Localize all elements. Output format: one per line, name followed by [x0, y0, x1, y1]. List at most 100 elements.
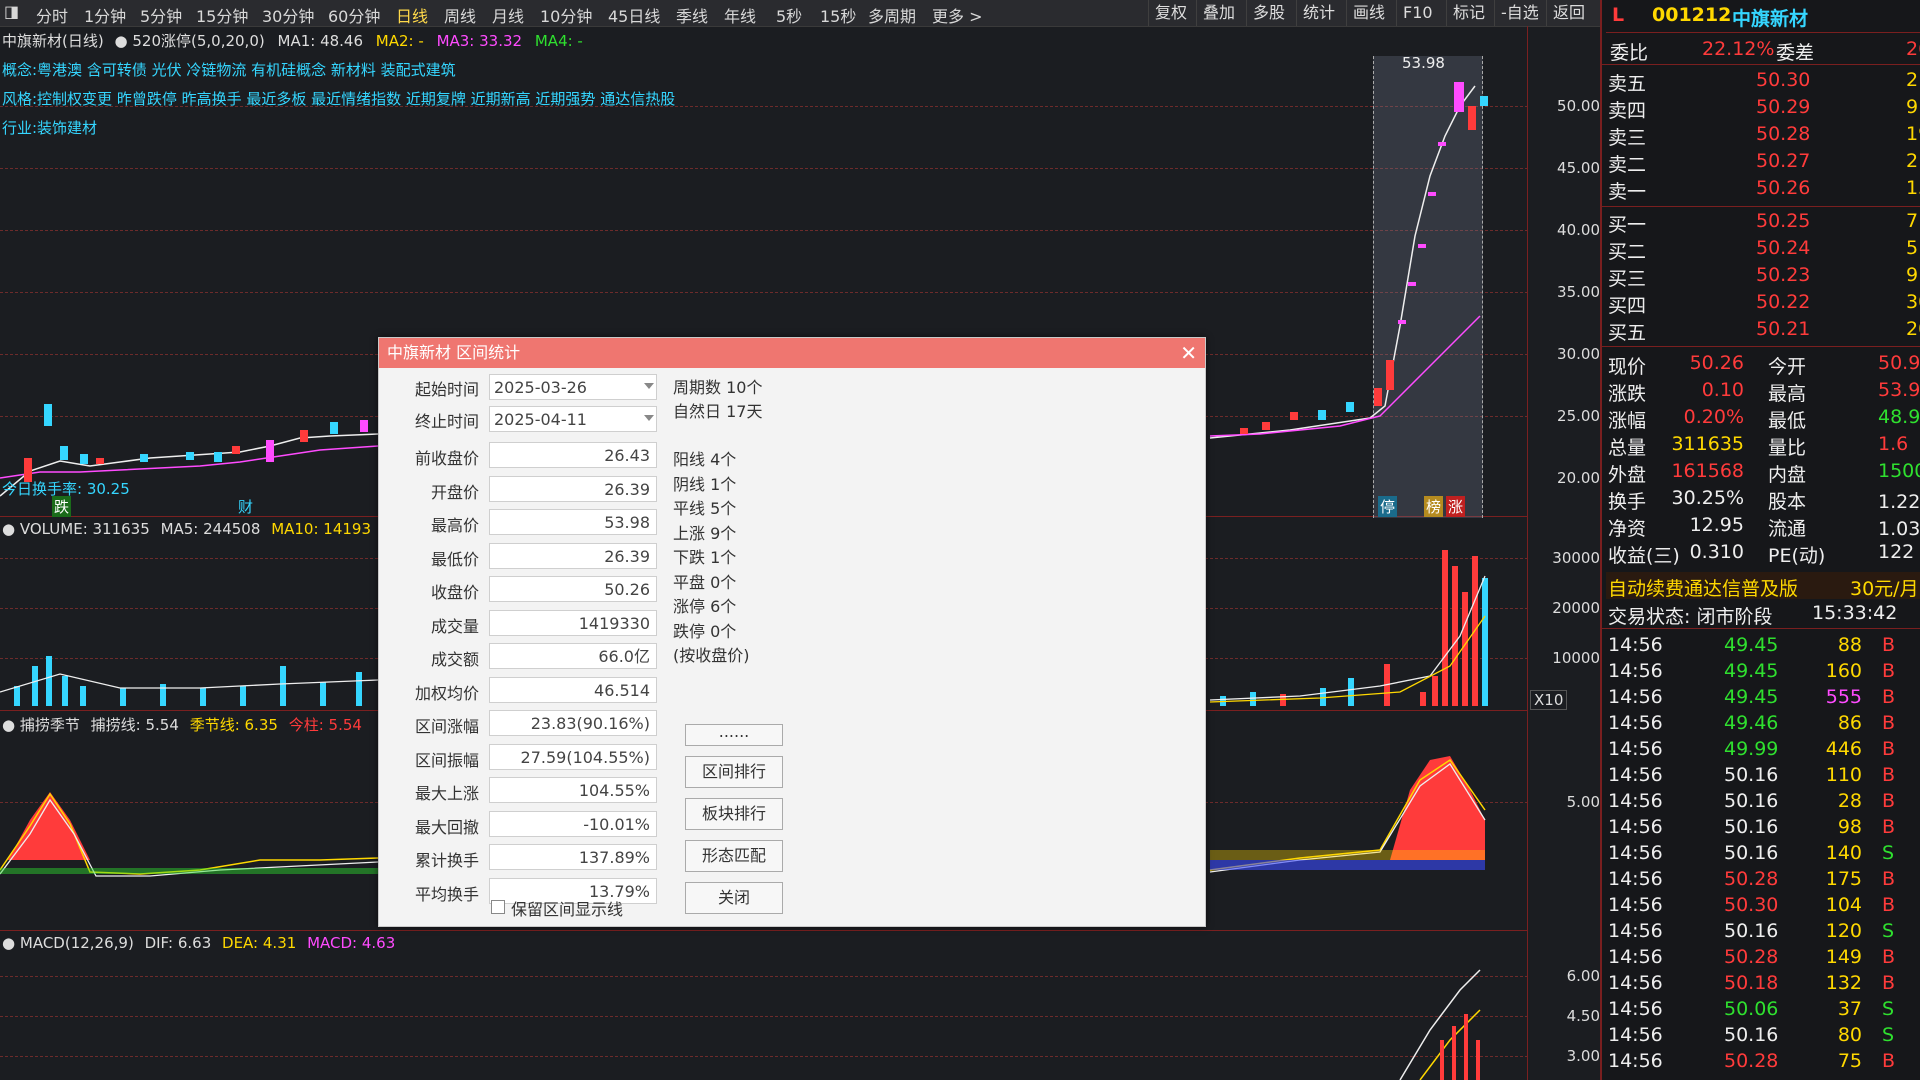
f10-button[interactable]: F10	[1396, 0, 1439, 26]
period-tab-5min[interactable]: 5分钟	[140, 3, 182, 27]
tick-row[interactable]: 14:56 49.99 446 B	[1606, 736, 1920, 763]
tick-row[interactable]: 14:56 49.45 88 B	[1606, 632, 1920, 659]
overlay-button[interactable]: 叠加	[1196, 0, 1241, 26]
buy-row[interactable]: 买四 50.22 30	[1606, 289, 1920, 317]
dialog-titlebar[interactable]: 中旗新材 区间统计	[379, 338, 1205, 368]
fuquan-button[interactable]: 复权	[1148, 0, 1193, 26]
tick-side: S	[1882, 842, 1895, 864]
tick-time: 14:56	[1608, 1050, 1663, 1072]
sell-level-label: 卖三	[1608, 127, 1647, 149]
sell-volume: 2	[1906, 150, 1919, 172]
tick-row[interactable]: 14:56 50.16 110 B	[1606, 762, 1920, 789]
tick-time: 14:56	[1608, 764, 1663, 786]
end-time-label: 终止时间	[414, 412, 479, 431]
buy-volume: 9	[1906, 264, 1919, 286]
sell-row[interactable]: 卖二 50.27 2	[1606, 148, 1920, 176]
period-tab-weekly[interactable]: 周线	[444, 3, 476, 27]
marker-drop[interactable]: 跌	[52, 496, 72, 517]
multi-stock-button[interactable]: 多股	[1246, 0, 1291, 26]
field-value: 26.39	[489, 475, 657, 502]
tick-row[interactable]: 14:56 49.45 555 B	[1606, 684, 1920, 711]
sector-rank-button[interactable]: 板块排行	[685, 798, 783, 830]
buy-row[interactable]: 买五 50.21 20	[1606, 316, 1920, 344]
statistics-button[interactable]: 统计	[1296, 0, 1341, 26]
period-tab-quarterly[interactable]: 季线	[676, 3, 708, 27]
field-value: 27.59(104.55%)	[489, 743, 657, 770]
period-tab-monthly[interactable]: 月线	[492, 3, 524, 27]
quote-label: 量比	[1768, 437, 1807, 459]
sell-level-label: 卖一	[1608, 181, 1647, 203]
back-button[interactable]: 返回	[1546, 0, 1591, 26]
tick-row[interactable]: 14:56 50.30 104 B	[1606, 892, 1920, 919]
start-time-picker[interactable]: 2025-03-26	[489, 374, 657, 400]
tick-side: B	[1882, 790, 1896, 812]
marker-list[interactable]: 榜	[1424, 496, 1444, 517]
period-tab-yearly[interactable]: 年线	[724, 3, 756, 27]
period-tab-1min[interactable]: 1分钟	[84, 3, 126, 27]
promo-row[interactable]: 自动续费通达信普及版 30元/月	[1606, 572, 1920, 601]
period-tab-5sec[interactable]: 5秒	[776, 3, 802, 27]
tick-side: B	[1882, 738, 1896, 760]
chevron-down-icon[interactable]	[644, 383, 654, 389]
sell-row[interactable]: 卖五 50.30 2	[1606, 67, 1920, 95]
period-tab-fenshi[interactable]: 分时	[36, 3, 68, 27]
remove-watchlist-button[interactable]: -自选	[1494, 0, 1545, 26]
period-tab-30min[interactable]: 30分钟	[262, 3, 314, 27]
quote-row: 换手 30.25% 股本 1.22亿	[1606, 485, 1920, 513]
tick-price: 50.16	[1724, 842, 1779, 864]
tick-row[interactable]: 14:56 50.16 80 S	[1606, 1022, 1920, 1049]
tick-side: B	[1882, 946, 1896, 968]
promo-text[interactable]: 自动续费通达信普及版	[1608, 574, 1798, 601]
draw-line-button[interactable]: 画线	[1346, 0, 1391, 26]
period-tab-15min[interactable]: 15分钟	[196, 3, 248, 27]
tick-row[interactable]: 14:56 49.46 86 B	[1606, 710, 1920, 737]
buy-row[interactable]: 买一 50.25 7	[1606, 208, 1920, 236]
tick-row[interactable]: 14:56 50.16 140 S	[1606, 840, 1920, 867]
field-value: 50.26	[489, 576, 657, 602]
range-rank-button[interactable]: 区间排行	[685, 756, 783, 788]
tick-row[interactable]: 14:56 49.45 160 B	[1606, 658, 1920, 685]
stock-code: 001212	[1652, 4, 1732, 26]
keep-range-checkbox[interactable]	[491, 900, 505, 914]
promo-price[interactable]: 30元/月	[1850, 574, 1919, 601]
close-button[interactable]: 关闭	[685, 882, 783, 914]
tick-row[interactable]: 14:56 50.28 75 B	[1606, 1048, 1920, 1075]
period-tab-60min[interactable]: 60分钟	[328, 3, 380, 27]
buy-row[interactable]: 买三 50.23 9	[1606, 262, 1920, 290]
tick-row[interactable]: 14:56 50.28 175 B	[1606, 866, 1920, 893]
period-tab-daily[interactable]: 日线	[396, 3, 428, 27]
mark-button[interactable]: 标记	[1446, 0, 1491, 26]
sell-row[interactable]: 卖三 50.28 19	[1606, 121, 1920, 149]
period-tab-multi[interactable]: 多周期	[868, 3, 916, 27]
field-label: 累计换手	[414, 851, 479, 870]
more-button[interactable]: ......	[685, 724, 783, 746]
tick-row[interactable]: 14:56 50.16 98 B	[1606, 814, 1920, 841]
marker-rise[interactable]: 涨	[1446, 496, 1466, 517]
marker-finance[interactable]: 财	[238, 496, 253, 517]
period-tab-15sec[interactable]: 15秒	[820, 3, 856, 27]
pattern-match-button[interactable]: 形态匹配	[685, 840, 783, 872]
chevron-down-icon[interactable]	[644, 415, 654, 421]
period-tab-10min[interactable]: 10分钟	[540, 3, 592, 27]
close-icon[interactable]: ✕	[1180, 338, 1197, 368]
end-time-value: 2025-04-11	[494, 410, 587, 429]
macd-indicator	[1399, 969, 1481, 1080]
sell-row[interactable]: 卖一 50.26 13	[1606, 175, 1920, 203]
quote-row: 现价 50.26 今开 50.9	[1606, 350, 1920, 378]
buy-row[interactable]: 买二 50.24 5	[1606, 235, 1920, 263]
marker-halt[interactable]: 停	[1378, 496, 1398, 517]
tick-row[interactable]: 14:56 50.16 120 S	[1606, 918, 1920, 945]
tick-row[interactable]: 14:56 50.28 149 B	[1606, 944, 1920, 971]
tick-row[interactable]: 14:56 50.06 37 S	[1606, 996, 1920, 1023]
layout-toggle-icon[interactable]: ◨	[4, 2, 19, 21]
end-time-picker[interactable]: 2025-04-11	[489, 406, 657, 432]
tick-side: B	[1882, 712, 1896, 734]
tick-row[interactable]: 14:56 50.16 28 B	[1606, 788, 1920, 815]
tick-row[interactable]: 14:56 50.18 132 B	[1606, 970, 1920, 997]
stat-item: 跌停 0个	[673, 621, 737, 641]
quote-label: 最低	[1768, 410, 1807, 432]
quote-value: 50.26	[1689, 352, 1744, 374]
period-tab-more[interactable]: 更多 >	[932, 3, 983, 27]
sell-row[interactable]: 卖四 50.29 9	[1606, 94, 1920, 122]
period-tab-45day[interactable]: 45日线	[608, 3, 660, 27]
